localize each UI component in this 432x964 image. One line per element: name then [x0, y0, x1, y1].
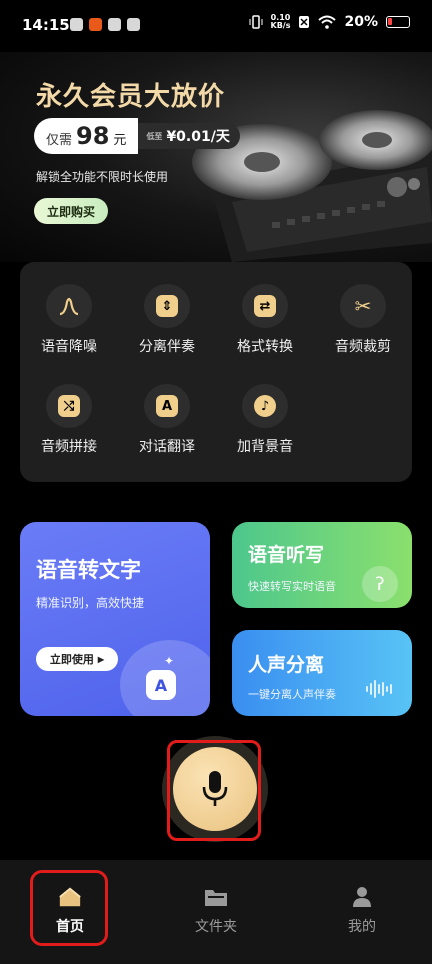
tool-add-bgm[interactable]: ♪ 加背景音 [220, 366, 310, 456]
tool-icon-bg [46, 284, 92, 328]
nav-label: 首页 [56, 919, 84, 935]
buy-now-button[interactable]: 立即购买 [34, 198, 108, 224]
user-icon [350, 886, 374, 908]
daily-price-label: 低至 [146, 131, 163, 141]
tool-icon-bg: ⇕ [144, 284, 190, 328]
nav-folder[interactable]: 文件夹 [156, 860, 276, 964]
notification-icons [70, 18, 140, 31]
daily-price-value: ¥0.01/天 [166, 129, 230, 145]
tool-icon-bg: ⇄ [242, 284, 288, 328]
vocal-separation-card[interactable]: 人声分离 一键分离人声伴奏 [232, 630, 412, 716]
waveform-icon [366, 680, 392, 698]
record-button-ring [162, 736, 268, 842]
tool-icon-bg: ✂ [340, 284, 386, 328]
tool-label: 加背景音 [237, 439, 293, 455]
tool-separate-accompaniment[interactable]: ⇕ 分离伴奏 [122, 266, 212, 356]
microphone-icon [202, 771, 228, 806]
translate-icon: A [156, 395, 178, 417]
speech-to-text-card[interactable]: 语音转文字 精准识别，高效快捷 立即使用 ▶ A ✦ [20, 522, 210, 716]
app-notification-icon [127, 18, 140, 31]
use-now-button[interactable]: 立即使用 ▶ [36, 647, 118, 671]
home-icon [58, 886, 82, 908]
tool-noise-reduction[interactable]: 语音降噪 [24, 266, 114, 356]
nav-label: 我的 [348, 919, 376, 935]
scissors-icon: ✂ [354, 294, 372, 318]
card-desc: 一键分离人声伴奏 [248, 688, 336, 701]
tool-label: 格式转换 [237, 339, 293, 355]
battery-icon [386, 16, 410, 28]
price-main: 仅需 98 元 [34, 118, 139, 154]
price-number: 98 [76, 122, 110, 150]
tool-icon-bg: ♪ [242, 384, 288, 428]
tools-panel: 语音降噪 ⇕ 分离伴奏 ⇄ 格式转换 ✂ 音频裁剪 ⤭ 音频拼接 A 对话翻译 … [20, 262, 412, 482]
card-title: 语音听写 [248, 544, 325, 566]
nav-home[interactable]: 首页 [10, 860, 130, 964]
use-now-label: 立即使用 [49, 654, 94, 666]
app-notification-icon [108, 18, 121, 31]
status-right: 0.10 KB/s 20% [249, 14, 410, 30]
tool-label: 分离伴奏 [139, 339, 195, 355]
vibrate-icon [249, 15, 262, 29]
tool-audio-join[interactable]: ⤭ 音频拼接 [24, 366, 114, 456]
card-title: 语音转文字 [36, 558, 141, 582]
net-speed: 0.10 KB/s [271, 14, 291, 30]
status-bar: 14:15 0.10 KB/s 20% [0, 0, 432, 52]
banner-title: 永久会员大放价 [36, 82, 226, 112]
app-notification-icon [89, 18, 102, 31]
price-tag: 仅需 98 元 低至 ¥0.01/天 [34, 118, 240, 154]
text-a-icon: A [146, 670, 176, 700]
bottom-nav: 首页 文件夹 我的 [0, 860, 432, 964]
tool-label: 音频拼接 [41, 439, 97, 455]
sparkle-icon: ✦ [164, 654, 175, 668]
tool-label: 对话翻译 [139, 439, 195, 455]
price-prefix: 仅需 [46, 133, 73, 148]
status-time: 14:15 [22, 16, 70, 34]
price-unit: 元 [113, 133, 127, 148]
tool-icon-bg: A [144, 384, 190, 428]
record-mic-button[interactable] [173, 747, 257, 831]
card-title: 人声分离 [248, 654, 325, 676]
battery-percent: 20% [344, 14, 378, 30]
folder-icon [204, 886, 228, 908]
convert-icon: ⇄ [254, 295, 276, 317]
nav-label: 文件夹 [195, 919, 237, 935]
promo-banner[interactable]: 永久会员大放价 仅需 98 元 低至 ¥0.01/天 解锁全功能不限时长使用 立… [0, 52, 432, 262]
tool-format-convert[interactable]: ⇄ 格式转换 [220, 266, 310, 356]
net-speed-unit: KB/s [270, 21, 291, 30]
tool-icon-bg: ⤭ [46, 384, 92, 428]
play-arrow-icon: ▶ [97, 654, 105, 664]
wifi-icon [318, 15, 337, 29]
tool-audio-trim[interactable]: ✂ 音频裁剪 [318, 266, 408, 356]
join-icon: ⤭ [58, 395, 80, 417]
daily-price: 低至 ¥0.01/天 [138, 123, 240, 149]
sim-icon [70, 18, 83, 31]
card-desc: 快速转写实时语音 [248, 580, 336, 593]
card-desc: 精准识别，高效快捷 [36, 596, 145, 610]
tool-label: 语音降噪 [41, 339, 97, 355]
ear-icon: ʔ [362, 566, 398, 602]
split-icon: ⇕ [156, 295, 178, 317]
tool-dialog-translate[interactable]: A 对话翻译 [122, 366, 212, 456]
dictation-card[interactable]: 语音听写 快速转写实时语音 ʔ [232, 522, 412, 608]
tool-label: 音频裁剪 [335, 339, 391, 355]
music-note-icon: ♪ [254, 395, 276, 417]
no-sim-icon [299, 16, 310, 28]
nav-mine[interactable]: 我的 [302, 860, 422, 964]
wave-peak-icon [59, 297, 79, 316]
banner-subtitle: 解锁全功能不限时长使用 [36, 170, 169, 184]
